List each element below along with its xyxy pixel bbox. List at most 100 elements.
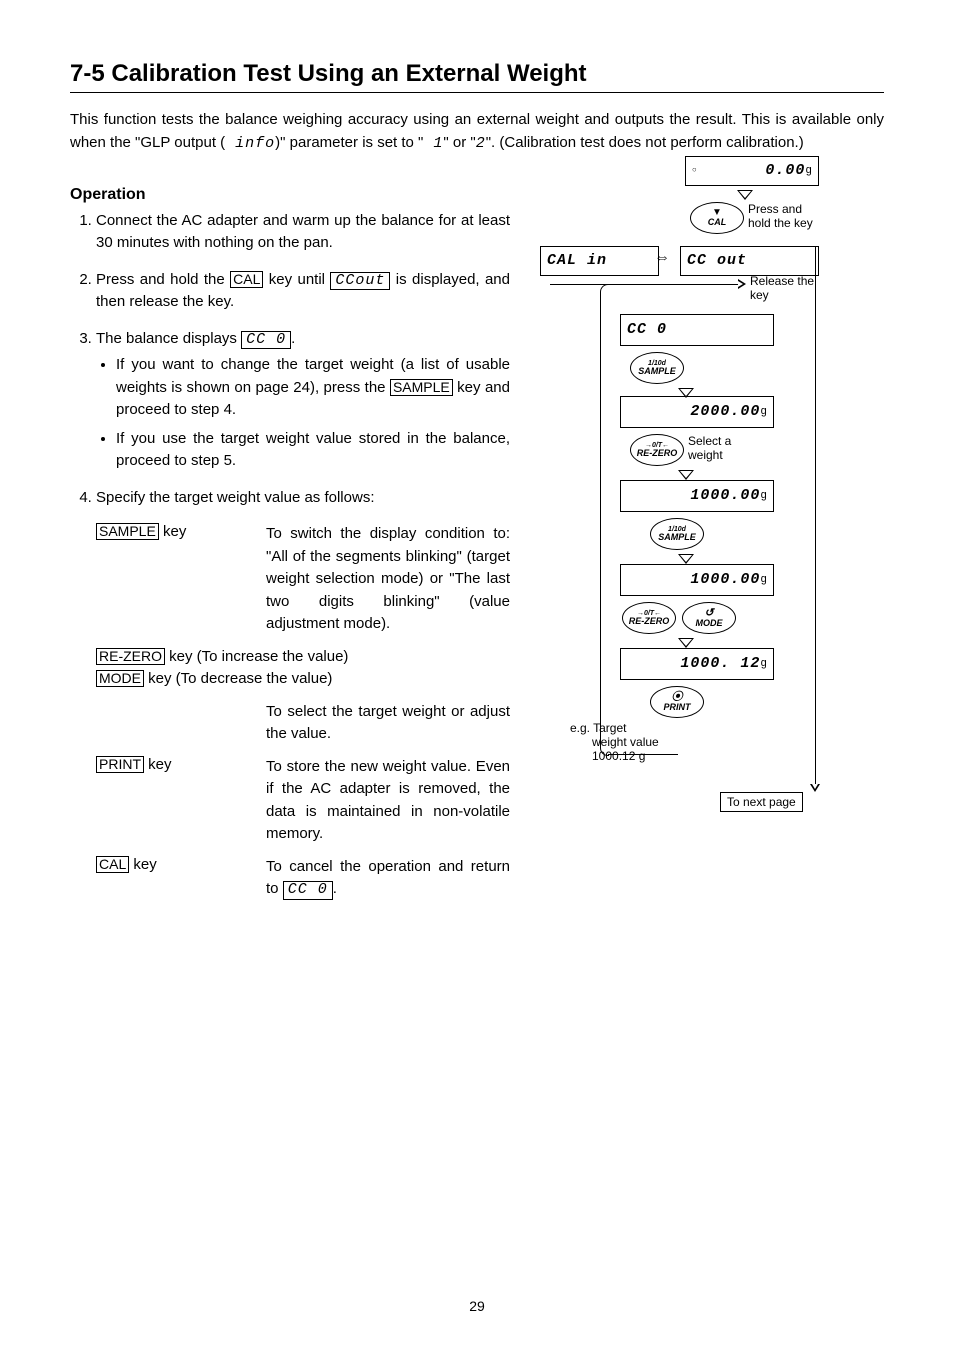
key-print-box: PRINT	[96, 756, 144, 773]
lcd-100012-unit: g	[760, 658, 767, 670]
lcd-cal-in: CAL in	[540, 246, 659, 276]
connector-line-2	[605, 284, 738, 285]
sample-key-label: SAMPLE key	[96, 523, 266, 636]
lcd-000-val: 0.00	[698, 162, 806, 179]
key-cal-box: CAL	[96, 856, 129, 873]
eg-line3: 1000.12 g	[592, 749, 659, 763]
rezero-btn-label: RE-ZERO	[637, 449, 678, 458]
arrow-to-next	[810, 784, 820, 792]
lcd-100012-val: 1000. 12	[627, 655, 760, 672]
step-3: The balance displays CC 0 . If you want …	[96, 328, 510, 473]
lcd-1000b: 1000.00 g	[620, 564, 774, 596]
mode-top: ↺	[704, 608, 713, 619]
print-desc: To store the new weight value. Even if t…	[266, 756, 510, 846]
lcd-000-unit: g	[805, 165, 812, 177]
print-suffix: key	[144, 756, 172, 773]
rezero-suffix: key (To increase the value)	[165, 648, 348, 665]
lcd-cc-out: CC out	[680, 246, 819, 276]
mode-suffix: key (To decrease the value)	[144, 670, 332, 687]
rezero2-label: RE-ZERO	[629, 617, 670, 626]
seg-cc0-b: CC 0	[283, 881, 333, 900]
lcd-1000a-val: 1000.00	[627, 487, 760, 504]
arrow-right-icon	[738, 279, 746, 289]
lcd-000: ○ 0.00 g	[685, 156, 819, 186]
page-number: 29	[0, 1298, 954, 1314]
rezero-button-1[interactable]: →0/T← RE-ZERO	[630, 434, 684, 466]
arrow-down-icon	[737, 190, 753, 200]
cal-button-label: CAL	[708, 218, 727, 227]
example-note: e.g. Target weight value 1000.12 g	[570, 721, 659, 764]
print-button[interactable]: ⦿ PRINT	[650, 686, 704, 718]
eg-line2: weight value	[592, 735, 659, 749]
step-1: Connect the AC adapter and warm up the b…	[96, 210, 510, 255]
sample-button-2[interactable]: 1/10d SAMPLE	[650, 518, 704, 550]
key-mode-box: MODE	[96, 670, 144, 687]
intro-paragraph: This function tests the balance weighing…	[70, 108, 884, 156]
lcd-cc-out-val: CC out	[687, 252, 812, 269]
key-sample-box: SAMPLE	[96, 523, 159, 540]
bracket-bottom	[608, 754, 678, 755]
release-note: Release the key	[750, 274, 820, 303]
press-hold-note: Press and hold the key	[748, 202, 828, 231]
step-3-bullet-2: If you use the target weight value store…	[116, 428, 510, 473]
key-rezero-box: RE-ZERO	[96, 648, 165, 665]
lcd-2000: 2000.00 g	[620, 396, 774, 428]
cal-desc: To cancel the operation and return to CC…	[266, 856, 510, 901]
cal-desc-b: .	[333, 880, 337, 897]
page-title: 7-5 Calibration Test Using an External W…	[70, 60, 884, 88]
seg-cc0: CC 0	[241, 331, 291, 350]
bracket-left	[600, 284, 609, 756]
sample-key-suffix: key	[159, 523, 187, 540]
print-key-label: PRINT key	[96, 756, 266, 846]
step-2: Press and hold the CAL key until CCout i…	[96, 269, 510, 314]
cal-suffix: key	[129, 856, 157, 873]
eg-line1: e.g. Target	[570, 721, 659, 735]
mode-button[interactable]: ↺ MODE	[682, 602, 736, 634]
lcd-cal-in-val: CAL in	[547, 252, 652, 269]
step-2-text-b: key until	[263, 271, 330, 288]
arrow-d4	[678, 554, 694, 564]
lcd-1000a-unit: g	[760, 490, 767, 502]
lcd-2000-val: 2000.00	[627, 403, 760, 420]
lcd-2000-unit: g	[760, 406, 767, 418]
step-4: Specify the target weight value as follo…	[96, 487, 510, 510]
step-3-text-a: The balance displays	[96, 330, 241, 347]
print-top: ⦿	[672, 692, 683, 703]
lcd-1000a: 1000.00 g	[620, 480, 774, 512]
select-desc: To select the target weight or adjust th…	[266, 701, 510, 746]
select-weight-note: Select a weight	[688, 434, 758, 463]
operation-heading: Operation	[70, 186, 510, 204]
step-3-dot: .	[291, 330, 295, 347]
arrow-d3	[678, 470, 694, 480]
arrow-d5	[678, 638, 694, 648]
lcd-100012: 1000. 12 g	[620, 648, 774, 680]
key-cal: CAL	[230, 271, 263, 288]
intro-text-4: ". (Calibration test does not perform ca…	[486, 134, 804, 151]
print-label: PRINT	[664, 703, 691, 712]
lcd-1000b-val: 1000.00	[627, 571, 760, 588]
rezero-button-2[interactable]: →0/T← RE-ZERO	[622, 602, 676, 634]
intro-text-2: )" parameter is set to "	[275, 134, 423, 151]
connector-line	[550, 284, 605, 285]
select-spacer	[96, 701, 266, 746]
sample-btn2-label: SAMPLE	[658, 533, 696, 542]
cal-key-label: CAL key	[96, 856, 266, 901]
lcd-1000b-unit: g	[760, 574, 767, 586]
key-sample: SAMPLE	[390, 379, 453, 396]
swap-arrow-icon: ⇔	[654, 250, 670, 266]
seg7-val2: 2	[476, 135, 486, 152]
intro-text-3: " or "	[443, 134, 475, 151]
step-2-text-a: Press and hold the	[96, 271, 230, 288]
mode-label: MODE	[696, 619, 723, 628]
sample-button-label: SAMPLE	[638, 367, 676, 376]
sample-key-desc: To switch the display condition to: "All…	[266, 523, 510, 636]
seg7-val1: 1	[423, 135, 443, 152]
return-vline	[815, 246, 816, 786]
sample-button[interactable]: 1/10d SAMPLE	[630, 352, 684, 384]
step-3-bullet-1: If you want to change the target weight …	[116, 354, 510, 422]
cal-button[interactable]: ▼ CAL	[690, 202, 744, 234]
title-rule	[70, 92, 884, 93]
next-page-box: To next page	[720, 792, 803, 812]
lcd-cc0: CC 0	[620, 314, 774, 346]
rezero-line: RE-ZERO key (To increase the value)	[96, 646, 510, 669]
